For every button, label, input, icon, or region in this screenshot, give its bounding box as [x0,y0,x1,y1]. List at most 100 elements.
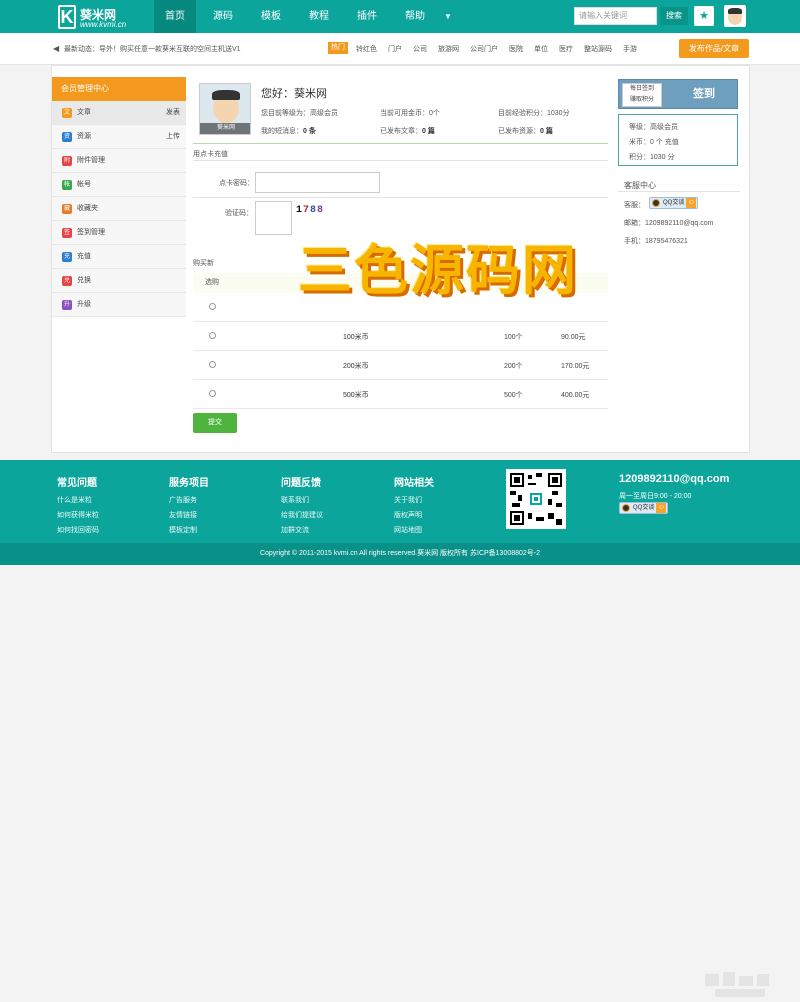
daily-checkin-note: 每日签到 赚取积分 [622,83,662,107]
package-price: 90.00元 [561,334,586,341]
sidebar-item-account[interactable]: 帐帐号 [52,173,186,197]
attachment-icon: 附 [62,156,72,166]
sidebar-item-recharge[interactable]: 充充值 [52,245,186,269]
service-title: 客服中心 [624,181,656,190]
radio-button[interactable] [209,361,216,368]
footer-link[interactable]: 如何获得米粒 [57,510,99,520]
captcha-image[interactable]: 1788 [296,205,324,216]
footer-link[interactable]: 网站地图 [394,525,434,535]
footer-col-about: 网站相关 关于我们 版权声明 网站地图 [394,478,434,535]
sidebar-item-attachments[interactable]: 附附件管理 [52,149,186,173]
footer-link[interactable]: 友情链接 [169,510,209,520]
logo-domain: www.kvmi.cn [80,20,127,29]
logo-mark: K [58,5,76,29]
sidebar-item-label: 兑换 [77,277,91,284]
user-avatar[interactable]: 葵米网 [199,83,251,135]
footer-link[interactable]: 加群交流 [281,525,323,535]
checkin-icon: 签 [62,228,72,238]
search-input[interactable]: 请输入关键词 [574,7,657,25]
sidebar-item-resource[interactable]: 资资源 上传 [52,125,186,149]
member-stats-box: 等级：高级会员 米币：0 个 充值 积分：1030 分 [618,114,738,166]
captcha-label: 验证码： [225,210,253,217]
footer-link[interactable]: 给我们提建议 [281,510,323,520]
checkin-box: 每日签到 赚取积分 签到 [618,79,738,109]
checkin-button[interactable]: 签到 [669,80,739,108]
footer-link[interactable]: 广告服务 [169,495,209,505]
ticker-text[interactable]: 最新动态：导外！购买任意一款葵米互联的空间主机送V1 [64,44,241,54]
divider [618,191,740,192]
account-icon: 帐 [62,180,72,190]
sidebar-item-label: 升级 [77,301,91,308]
card-password-input[interactable] [255,172,380,193]
sidebar-item-upgrade[interactable]: 升升级 [52,293,186,317]
sidebar-item-label: 附件管理 [77,157,105,164]
speaker-icon: ◀ [53,44,60,53]
hot-tag[interactable]: 医疗 [559,44,573,54]
footer-link[interactable]: 版权声明 [394,510,434,520]
table-row[interactable]: 100米币 100个 90.00元 [193,322,608,351]
table-row[interactable]: 200米币 200个 170.00元 [193,351,608,380]
hot-tag[interactable]: 旅游网 [438,44,459,54]
package-name: 200米币 [343,363,369,370]
nav-item-source[interactable]: 源码 [202,0,244,33]
favorites-icon: 藏 [62,204,72,214]
footer-link[interactable]: 如何找回密码 [57,525,99,535]
upload-link[interactable]: 上传 [166,125,180,149]
sidebar-item-checkin[interactable]: 签签到管理 [52,221,186,245]
table-row[interactable]: 500米币 500个 400.00元 [193,380,608,409]
messages-info[interactable]: 我的短消息：0 条 [261,126,316,136]
hot-tag[interactable]: 医院 [509,44,523,54]
sidebar-item-label: 签到管理 [77,229,105,236]
sidebar-item-favorites[interactable]: 藏收藏夹 [52,197,186,221]
site-logo[interactable]: K 葵米网 www.kvmi.cn [58,5,138,29]
qq-penguin-icon [652,199,660,207]
sidebar-item-exchange[interactable]: 兑兑换 [52,269,186,293]
main-menu: 首页 源码 模板 教程 插件 帮助 ▼ [154,0,452,33]
footer-qq-badge[interactable]: QQ交谈 ☺ [619,502,669,514]
sidebar-item-article[interactable]: 文文章 发表 [52,101,186,125]
sidebar-title: 会员管理中心 [52,77,186,101]
captcha-input[interactable] [255,201,292,235]
nav-item-template[interactable]: 模板 [250,0,292,33]
package-count: 100个 [504,334,523,341]
radio-button[interactable] [209,303,216,310]
hot-tag[interactable]: 门户 [388,44,402,54]
sidebar-item-label: 充值 [77,253,91,260]
qq-chat-badge[interactable]: QQ交谈 ☺ [649,197,699,209]
publish-link[interactable]: 发表 [166,101,180,125]
nav-item-plugin[interactable]: 插件 [346,0,388,33]
star-icon[interactable]: ★ [694,6,714,26]
nav-item-home[interactable]: 首页 [154,0,196,33]
avatar[interactable] [724,5,746,27]
submit-button[interactable]: 提交 [193,413,237,433]
footer-link[interactable]: 什么是米粒 [57,495,99,505]
hot-tag[interactable]: 单位 [534,44,548,54]
search-button[interactable]: 搜索 [660,7,688,25]
radio-button[interactable] [209,332,216,339]
member-level: 等级：高级会员 [629,124,678,131]
news-ticker: ◀ 最新动态：导外！购买任意一款葵米互联的空间主机送V1 热门 铃红色 门户 公… [0,33,800,65]
exchange-icon: 兑 [62,276,72,286]
footer-link[interactable]: 模板定制 [169,525,209,535]
level-info: 您目前等级为：高级会员 [261,110,338,117]
nav-item-tutorial[interactable]: 教程 [298,0,340,33]
blurred-stamp [705,972,785,1002]
footer-link[interactable]: 联系我们 [281,495,323,505]
chevron-down-icon[interactable]: ▼ [442,0,452,33]
footer-link[interactable]: 关于我们 [394,495,434,505]
hot-tag[interactable]: 公司 [413,44,427,54]
qr-code [506,469,566,529]
hot-tags: 铃红色 门户 公司 旅游网 公司门户 医院 单位 医疗 整站源码 手游 [356,44,648,54]
hot-tag[interactable]: 铃红色 [356,44,377,54]
upgrade-icon: 升 [62,300,72,310]
recharge-icon: 充 [62,252,72,262]
hot-tag[interactable]: 公司门户 [470,44,498,54]
service-qq-label: 客服： [624,202,645,209]
hot-tag[interactable]: 手游 [623,44,637,54]
nav-item-help[interactable]: 帮助 [394,0,436,33]
hot-tag[interactable]: 整站源码 [584,44,612,54]
publish-button[interactable]: 发布作品/文章 [679,39,749,58]
qq-penguin-icon [622,504,630,512]
radio-button[interactable] [209,390,216,397]
watermark: 三色源码网 [298,238,578,302]
